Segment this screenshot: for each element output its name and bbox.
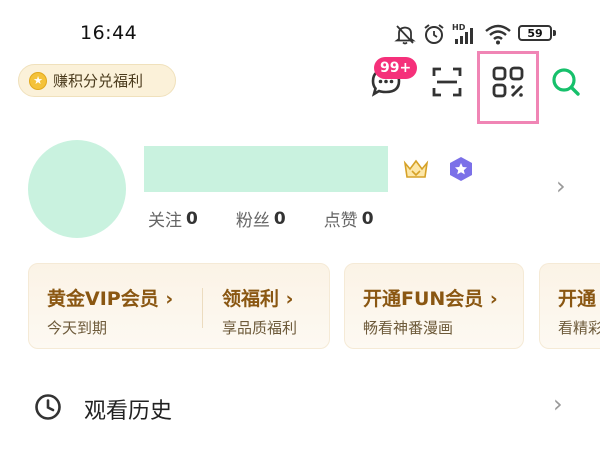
bell-muted-icon (393, 22, 417, 46)
likes-label[interactable]: 点赞 (324, 206, 358, 231)
search-icon[interactable] (546, 62, 586, 102)
status-time: 16:44 (80, 22, 138, 44)
card-divider (202, 288, 203, 328)
coin-star-icon: ★ (29, 71, 47, 90)
svg-text:HD: HD (452, 23, 466, 32)
gold-vip-card[interactable]: 黄金VIP会员 › 今天到期 领福利 › 享品质福利 (28, 263, 330, 349)
earn-points-label: 赚积分兑福利 (53, 72, 144, 90)
gold-vip-subtitle: 今天到期 (47, 319, 108, 337)
hd-signal-icon: HD (450, 22, 480, 46)
fun-member-subtitle: 畅看神番漫画 (363, 319, 454, 337)
watch-history-label: 观看历史 (84, 399, 173, 424)
third-member-subtitle: 看精彩 (558, 319, 600, 337)
gold-vip-title: 黄金VIP会员 › (47, 288, 174, 310)
hexagon-star-badge-icon[interactable] (446, 154, 476, 184)
clock-icon (33, 392, 63, 422)
crown-badge-icon[interactable] (401, 154, 431, 184)
followers-count[interactable]: 0 (274, 209, 286, 229)
scan-icon[interactable] (427, 62, 467, 102)
wifi-icon (483, 22, 513, 46)
followers-label[interactable]: 粉丝 (236, 206, 270, 231)
battery-indicator: 59 (518, 25, 552, 41)
gold-vip-section[interactable]: 黄金VIP会员 › 今天到期 (47, 284, 173, 338)
profile-chevron-icon[interactable]: › (556, 172, 566, 200)
avatar[interactable] (28, 140, 126, 238)
fun-member-title: 开通FUN会员 › (363, 288, 498, 310)
message-count-badge: 99+ (374, 57, 418, 79)
claim-benefits-subtitle: 享品质福利 (222, 319, 298, 337)
fun-member-card[interactable]: 开通FUN会员 › 畅看神番漫画 (344, 263, 524, 349)
alarm-icon (421, 22, 447, 46)
highlight-box (477, 51, 539, 124)
following-label[interactable]: 关注 (148, 206, 182, 231)
history-chevron-icon[interactable]: › (553, 390, 563, 418)
third-member-card[interactable]: 开通 看精彩 (539, 263, 600, 349)
battery-tip (553, 30, 556, 36)
claim-benefits-title: 领福利 › (222, 288, 294, 310)
third-member-title: 开通 (558, 288, 597, 310)
username-placeholder (144, 146, 388, 192)
earn-points-button[interactable]: ★ 赚积分兑福利 (18, 64, 176, 97)
claim-benefits-section[interactable]: 领福利 › 享品质福利 (222, 284, 297, 338)
likes-count[interactable]: 0 (362, 209, 374, 229)
profile-stats: 关注 0 粉丝 0 点赞 0 (148, 206, 374, 232)
following-count[interactable]: 0 (186, 209, 198, 229)
